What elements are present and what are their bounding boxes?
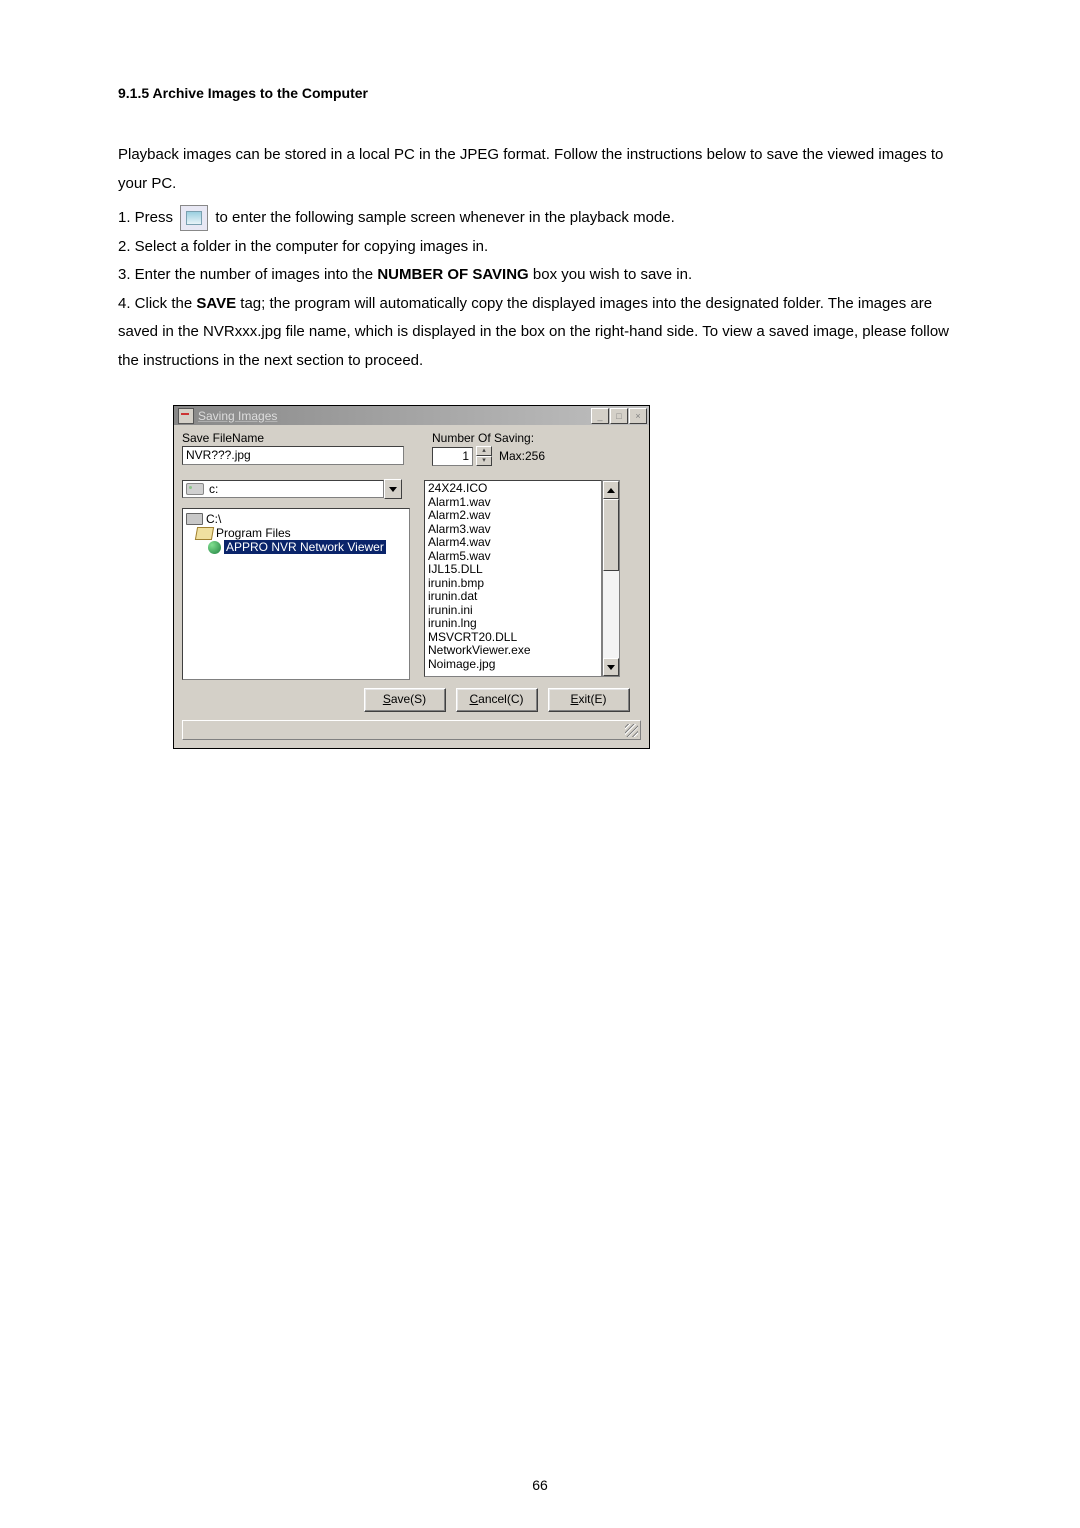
step3: 3. Enter the number of images into the N… — [118, 261, 962, 290]
step2: 2. Select a folder in the computer for c… — [118, 233, 962, 262]
tree-item-appro-selected[interactable]: APPRO NVR Network Viewer — [186, 540, 406, 554]
scroll-thumb[interactable] — [603, 499, 619, 571]
step4-text-a: 4. Click the — [118, 295, 196, 312]
tree-item-program-files[interactable]: Program Files — [186, 526, 406, 540]
tree-label-c: C:\ — [206, 512, 221, 526]
file-list-scrollbar[interactable] — [602, 480, 620, 677]
dialog-title: Saving Images — [198, 409, 591, 423]
list-item[interactable]: Alarm1.wav — [428, 496, 598, 510]
number-spinner[interactable]: ▴ ▾ — [476, 446, 492, 466]
intro-text: Playback images can be stored in a local… — [118, 141, 962, 198]
drive-icon — [186, 483, 204, 495]
step1-text-a: 1. Press — [118, 209, 177, 226]
number-of-saving-input[interactable]: 1 — [432, 447, 473, 466]
scroll-track[interactable] — [603, 499, 619, 658]
exit-button[interactable]: Exit(E) — [548, 688, 630, 712]
list-item[interactable]: MSVCRT20.DLL — [428, 631, 598, 645]
spinner-up-icon[interactable]: ▴ — [476, 446, 492, 456]
list-item[interactable]: irunin.dat — [428, 590, 598, 604]
list-item[interactable]: irunin.ini — [428, 604, 598, 618]
folder-tree[interactable]: C:\ Program Files APPRO NVR Network View… — [182, 508, 410, 680]
save-button[interactable]: Save(S) — [364, 688, 446, 712]
number-of-saving-label: Number Of Saving: — [432, 431, 641, 445]
maximize-button[interactable]: □ — [610, 408, 628, 424]
drive-label: c: — [209, 482, 218, 496]
scroll-up-button[interactable] — [603, 481, 619, 499]
list-item[interactable]: 24X24.ICO — [428, 482, 598, 496]
minimize-button[interactable]: _ — [591, 408, 609, 424]
app-icon — [178, 408, 194, 424]
step3-text-b: box you wish to save in. — [529, 266, 692, 283]
status-bar — [182, 720, 641, 740]
list-item[interactable]: NetworkViewer.exe — [428, 644, 598, 658]
list-item[interactable]: irunin.lng — [428, 617, 598, 631]
max-label: Max:256 — [499, 449, 545, 463]
globe-icon — [208, 541, 221, 554]
chevron-up-icon — [607, 488, 615, 493]
save-filename-input[interactable]: NVR???.jpg — [182, 446, 404, 465]
close-button[interactable]: × — [629, 408, 647, 424]
dialog-titlebar: Saving Images _ □ × — [174, 406, 649, 425]
folder-open-icon — [195, 527, 214, 540]
page-number: 66 — [0, 1477, 1080, 1493]
step3-text-a: 3. Enter the number of images into the — [118, 266, 377, 283]
spinner-down-icon[interactable]: ▾ — [476, 456, 492, 466]
step4-bold: SAVE — [196, 295, 236, 312]
step4-text-b: tag; the program will automatically copy… — [118, 295, 949, 369]
save-tool-icon — [180, 205, 208, 231]
scroll-down-button[interactable] — [603, 658, 619, 676]
list-item[interactable]: Alarm2.wav — [428, 509, 598, 523]
tree-label-pf: Program Files — [216, 526, 291, 540]
list-item[interactable]: Noimage.jpg — [428, 658, 598, 672]
step1-text-b: to enter the following sample screen whe… — [215, 209, 674, 226]
saving-images-dialog: Saving Images _ □ × Save FileName NVR???… — [173, 405, 650, 749]
file-list-panel: 24X24.ICO Alarm1.wav Alarm2.wav Alarm3.w… — [424, 480, 620, 677]
step3-bold: NUMBER OF SAVING — [377, 266, 528, 283]
list-item[interactable]: irunin.bmp — [428, 577, 598, 591]
drive-combo[interactable]: c: — [182, 480, 402, 498]
hdd-icon — [186, 513, 203, 525]
section-heading: 9.1.5 Archive Images to the Computer — [118, 85, 962, 101]
tree-item-c[interactable]: C:\ — [186, 512, 406, 526]
step1: 1. Press to enter the following sample s… — [118, 204, 962, 233]
step4: 4. Click the SAVE tag; the program will … — [118, 290, 962, 376]
tree-label-appro: APPRO NVR Network Viewer — [224, 540, 386, 554]
save-filename-label: Save FileName — [182, 431, 418, 445]
list-item[interactable]: Alarm3.wav — [428, 523, 598, 537]
drive-dropdown-button[interactable] — [384, 479, 402, 499]
cancel-button[interactable]: Cancel(C) — [456, 688, 538, 712]
file-list[interactable]: 24X24.ICO Alarm1.wav Alarm2.wav Alarm3.w… — [424, 480, 602, 677]
list-item[interactable]: Alarm5.wav — [428, 550, 598, 564]
chevron-down-icon — [607, 665, 615, 670]
intro-paragraph: Playback images can be stored in a local… — [118, 141, 962, 198]
chevron-down-icon — [389, 487, 397, 492]
list-item[interactable]: IJL15.DLL — [428, 563, 598, 577]
resize-grip-icon[interactable] — [625, 724, 638, 737]
list-item[interactable]: Alarm4.wav — [428, 536, 598, 550]
